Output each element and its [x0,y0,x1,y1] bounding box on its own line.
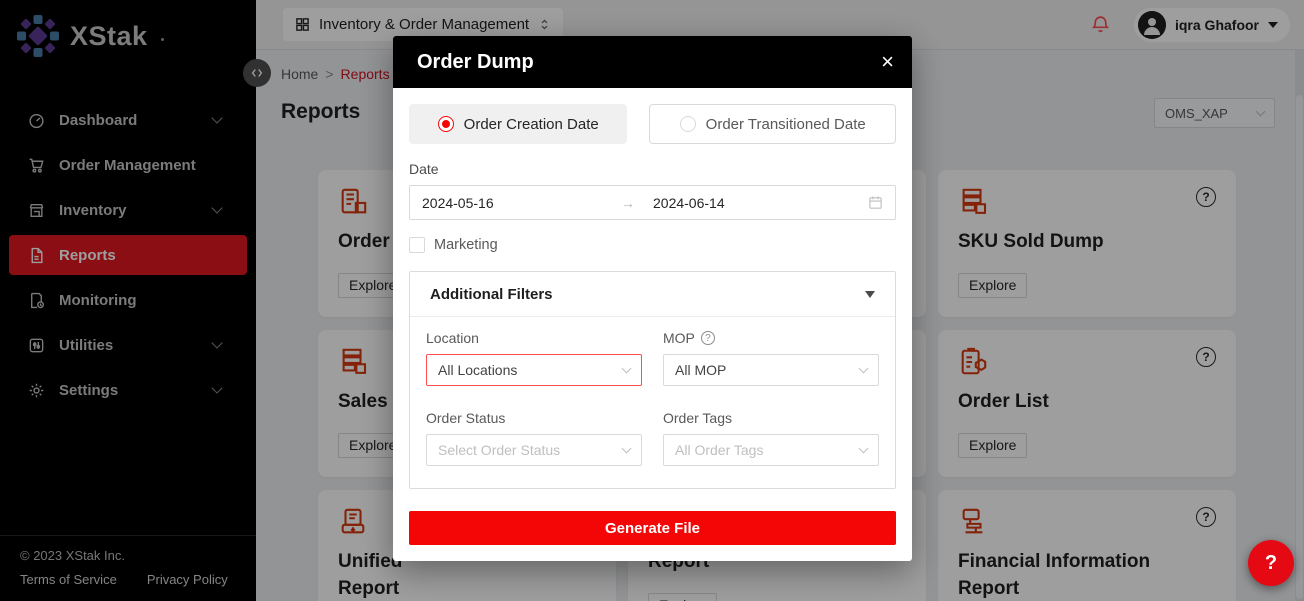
help-fab-button[interactable]: ? [1248,540,1294,586]
mop-select[interactable]: All MOP [663,354,879,386]
calendar-icon [868,195,883,210]
order-status-placeholder: Select Order Status [438,442,560,458]
order-tags-select[interactable]: All Order Tags [663,434,879,466]
date-type-radio-group: Order Creation Date Order Transitioned D… [409,104,896,144]
chevron-down-icon [859,444,869,454]
chevron-down-icon [622,444,632,454]
date-end-value: 2024-06-14 [653,195,868,211]
caret-down-icon [865,291,875,298]
additional-filters-toggle[interactable]: Additional Filters [410,272,895,317]
additional-filters-title: Additional Filters [430,286,553,303]
generate-file-button[interactable]: Generate File [409,511,896,545]
modal-body: Order Creation Date Order Transitioned D… [393,88,912,561]
order-tags-field: Order Tags All Order Tags [663,410,879,466]
date-field-label: Date [409,161,896,177]
location-label: Location [426,330,642,346]
chevron-down-icon [859,364,869,374]
mop-field: MOP? All MOP [663,330,879,386]
mop-value: All MOP [675,362,726,378]
location-value: All Locations [438,362,517,378]
order-status-label: Order Status [426,410,642,426]
modal-title: Order Dump [417,51,534,74]
order-status-select[interactable]: Select Order Status [426,434,642,466]
order-tags-label: Order Tags [663,410,879,426]
radio-label: Order Creation Date [464,116,599,133]
date-start-value: 2024-05-16 [422,195,621,211]
modal-header: Order Dump × [393,36,912,88]
radio-order-creation-date[interactable]: Order Creation Date [409,104,627,144]
radio-unselected-icon [680,116,696,132]
mop-label: MOP [663,330,695,346]
additional-filters-body: Location All Locations MOP? All MOP Orde… [410,317,895,488]
order-tags-value: All Order Tags [675,442,763,458]
marketing-label: Marketing [434,237,498,253]
additional-filters-panel: Additional Filters Location All Location… [409,271,896,489]
marketing-checkbox[interactable] [409,237,425,253]
radio-order-transitioned-date[interactable]: Order Transitioned Date [649,104,896,144]
close-icon[interactable]: × [881,51,894,73]
radio-selected-icon [438,116,454,132]
chevron-down-icon [622,364,632,374]
order-dump-modal: Order Dump × Order Creation Date Order T… [393,36,912,561]
location-field: Location All Locations [426,330,642,386]
location-select[interactable]: All Locations [426,354,642,386]
marketing-checkbox-row[interactable]: Marketing [409,237,896,253]
order-status-field: Order Status Select Order Status [426,410,642,466]
mop-help-icon[interactable]: ? [701,331,715,345]
date-range-arrow-icon: → [621,195,635,211]
radio-label: Order Transitioned Date [706,116,866,133]
date-range-input[interactable]: 2024-05-16 → 2024-06-14 [409,185,896,220]
